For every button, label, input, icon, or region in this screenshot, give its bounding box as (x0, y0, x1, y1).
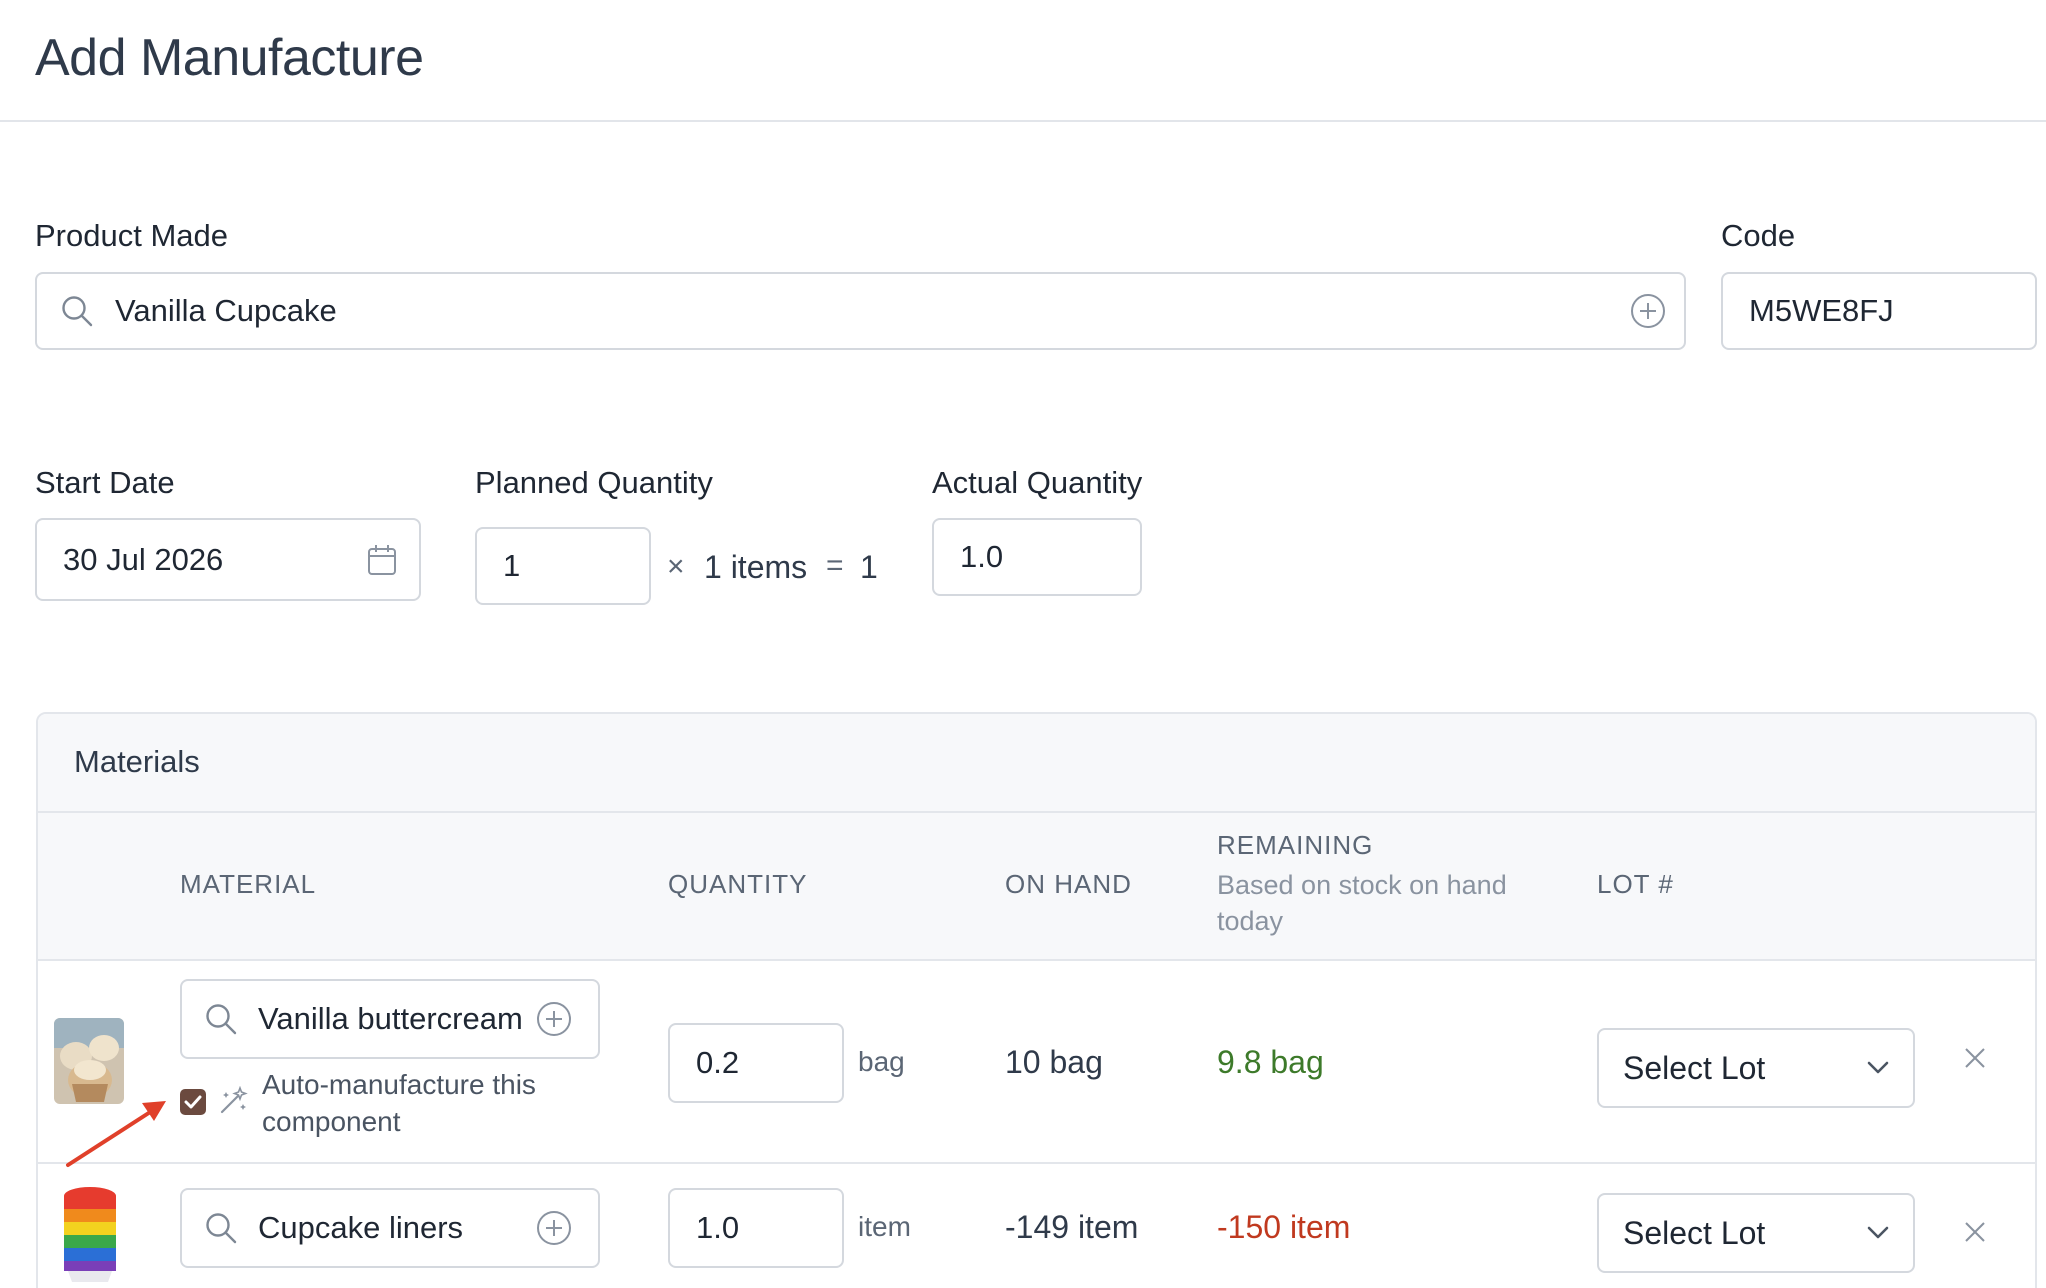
th-quantity: QUANTITY (668, 869, 808, 899)
material-value: Cupcake liners (258, 1210, 464, 1245)
title-divider (0, 120, 2046, 122)
planned-quantity-input[interactable]: 1 (475, 527, 651, 605)
select-lot-dropdown[interactable]: Select Lot (1597, 1028, 1915, 1108)
close-icon (1963, 1046, 1987, 1070)
chevron-down-icon (1867, 1226, 1889, 1240)
plus-circle-icon[interactable] (536, 1210, 572, 1246)
actual-quantity-input[interactable]: 1.0 (932, 518, 1142, 596)
select-lot-label: Select Lot (1623, 1049, 1766, 1086)
select-lot-label: Select Lot (1623, 1214, 1766, 1251)
quantity-input[interactable]: 1.0 (668, 1188, 844, 1268)
plus-circle-icon[interactable] (1630, 293, 1666, 329)
planned-quantity-value: 1 (503, 548, 521, 583)
start-date-input[interactable]: 30 Jul 2026 (35, 518, 421, 601)
magic-wand-icon (218, 1086, 248, 1116)
planned-quantity-label: Planned Quantity (475, 465, 713, 500)
material-input[interactable]: Cupcake liners (180, 1188, 600, 1268)
auto-manufacture-label[interactable]: Auto-manufacture this component (262, 1066, 562, 1140)
on-hand-value: 10 bag (1005, 1044, 1103, 1080)
materials-title: Materials (74, 744, 200, 779)
materials-card: Materials MATERIAL QUANTITY ON HAND REMA… (36, 712, 2037, 1288)
code-input[interactable]: M5WE8FJ (1721, 272, 2037, 350)
start-date-label: Start Date (35, 465, 175, 500)
th-material: MATERIAL (180, 869, 317, 899)
remove-row-button[interactable] (1963, 1214, 1987, 1253)
close-icon (1963, 1220, 1987, 1244)
product-made-label: Product Made (35, 218, 228, 253)
remove-row-button[interactable] (1963, 1040, 1987, 1079)
material-input[interactable]: Vanilla buttercream (180, 979, 600, 1059)
planned-items-count: 1 items (704, 549, 808, 585)
annotation-arrow (66, 1101, 166, 1167)
product-made-input[interactable]: Vanilla Cupcake (35, 272, 1686, 350)
quantity-value: 1.0 (696, 1210, 740, 1245)
on-hand-value: -149 item (1005, 1209, 1139, 1245)
calendar-icon[interactable] (367, 544, 397, 576)
th-on-hand: ON HAND (1005, 869, 1132, 899)
material-thumbnail (60, 1184, 120, 1284)
planned-result: 1 (860, 549, 878, 585)
times-symbol: × (667, 550, 685, 583)
code-label: Code (1721, 218, 1796, 253)
quantity-value: 0.2 (696, 1045, 740, 1080)
th-remaining: REMAINING (1217, 830, 1374, 860)
materials-header: Materials (38, 714, 2035, 813)
quantity-unit: bag (858, 1046, 905, 1077)
row-divider (38, 1162, 2035, 1164)
search-icon (204, 1002, 238, 1036)
th-lot: LOT # (1597, 869, 1674, 899)
materials-table-header: MATERIAL QUANTITY ON HAND REMAINING Base… (38, 813, 2035, 961)
search-icon (59, 293, 95, 329)
quantity-input[interactable]: 0.2 (668, 1023, 844, 1103)
product-made-value: Vanilla Cupcake (115, 293, 337, 328)
remaining-value: -150 item (1217, 1209, 1351, 1245)
material-value: Vanilla buttercream (258, 1001, 523, 1036)
start-date-value: 30 Jul 2026 (63, 541, 224, 577)
select-lot-dropdown[interactable]: Select Lot (1597, 1193, 1915, 1273)
quantity-unit: item (858, 1211, 911, 1242)
plus-circle-icon[interactable] (536, 1001, 572, 1037)
equals-symbol: = (826, 549, 844, 582)
chevron-down-icon (1867, 1061, 1889, 1075)
auto-manufacture-checkbox[interactable] (180, 1089, 206, 1115)
code-value: M5WE8FJ (1749, 293, 1894, 328)
search-icon (204, 1211, 238, 1245)
actual-quantity-value: 1.0 (960, 539, 1004, 574)
th-remaining-sub: Based on stock on hand today (1217, 870, 1507, 936)
page-title: Add Manufacture (35, 29, 424, 87)
remaining-value: 9.8 bag (1217, 1044, 1324, 1080)
actual-quantity-label: Actual Quantity (932, 465, 1143, 500)
